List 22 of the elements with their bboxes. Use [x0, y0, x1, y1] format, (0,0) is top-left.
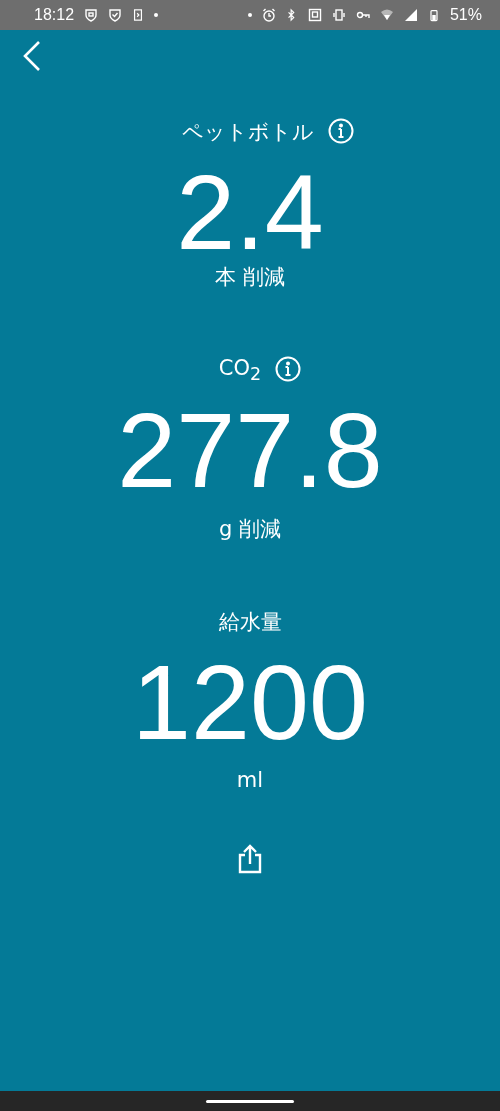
phone-icon — [132, 8, 145, 22]
wifi-icon — [379, 8, 394, 22]
alarm-icon — [261, 8, 276, 22]
shield-check-icon — [108, 8, 123, 22]
bluetooth-icon — [285, 8, 298, 22]
notification-dot — [247, 13, 252, 17]
home-indicator[interactable] — [206, 1099, 294, 1103]
vibrate-icon — [331, 8, 346, 22]
signal-icon — [403, 8, 418, 22]
stat-label: ペットボトル — [182, 119, 314, 146]
stat-value: 1200 — [132, 642, 368, 762]
shield-icon — [84, 8, 99, 22]
stat-label: 給水量 — [218, 609, 282, 636]
stat-unit: ml — [236, 767, 264, 794]
square-icon — [307, 8, 322, 22]
stat-unit: g 削減 — [219, 516, 281, 543]
battery-percentage: 51% — [449, 6, 482, 24]
stat-label: CO$_{2}$ — [218, 355, 262, 385]
status-time: 18:12 — [34, 6, 75, 24]
stat-value: 277.8 — [117, 390, 383, 510]
notification-dot — [154, 13, 159, 17]
battery-icon — [427, 8, 440, 22]
